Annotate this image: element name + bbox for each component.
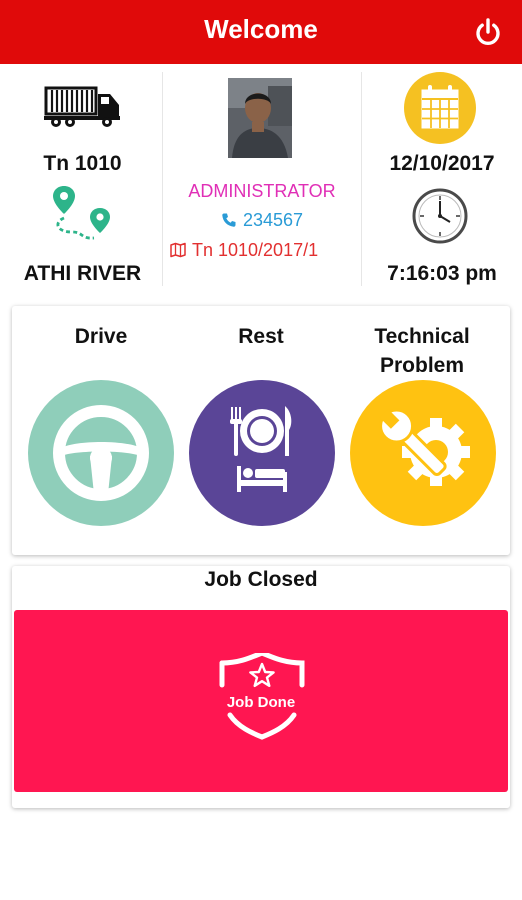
- truck-icon: [44, 86, 120, 127]
- job-done-label: Job Done: [226, 694, 296, 711]
- current-time: 7:16:03 pm: [387, 262, 497, 285]
- activity-label-technical-problem: Technical Problem: [374, 325, 470, 377]
- technical-problem-button[interactable]: [350, 380, 496, 526]
- meal-bed-icon: [230, 406, 292, 492]
- power-icon[interactable]: [472, 16, 504, 48]
- activity-label-rest: Rest: [238, 325, 284, 348]
- phone-number: 234567: [242, 210, 304, 230]
- map-icon: [170, 242, 186, 258]
- current-date: 12/10/2017: [389, 152, 495, 175]
- app-header: Welcome: [0, 0, 522, 64]
- vehicle-number: Tn 1010: [43, 152, 122, 175]
- page-title: Welcome: [204, 14, 318, 44]
- activity-label-drive: Drive: [74, 325, 128, 348]
- calendar-icon: [404, 72, 476, 144]
- driver-role: ADMINISTRATOR: [188, 181, 336, 201]
- clock-icon: [412, 188, 468, 244]
- rest-button[interactable]: [189, 380, 335, 526]
- trip-id: Tn 1010/2017/1: [192, 240, 319, 260]
- current-location: ATHI RIVER: [23, 262, 142, 285]
- trip-number: Tn 1010/2017/1: [170, 240, 360, 261]
- drive-button[interactable]: [28, 380, 174, 526]
- route-icon: [53, 186, 110, 240]
- wrench-gear-icon: [379, 408, 470, 486]
- phone-icon: [222, 213, 236, 227]
- divider: [361, 72, 362, 286]
- driver-phone[interactable]: 234567: [162, 210, 362, 231]
- activity-card: Drive Rest Technical Problem: [12, 306, 510, 555]
- avatar: [228, 78, 292, 158]
- job-done-button[interactable]: Job Done: [14, 610, 508, 792]
- steering-wheel-icon: [53, 405, 149, 501]
- divider: [162, 72, 163, 286]
- job-status-title: Job Closed: [204, 568, 318, 591]
